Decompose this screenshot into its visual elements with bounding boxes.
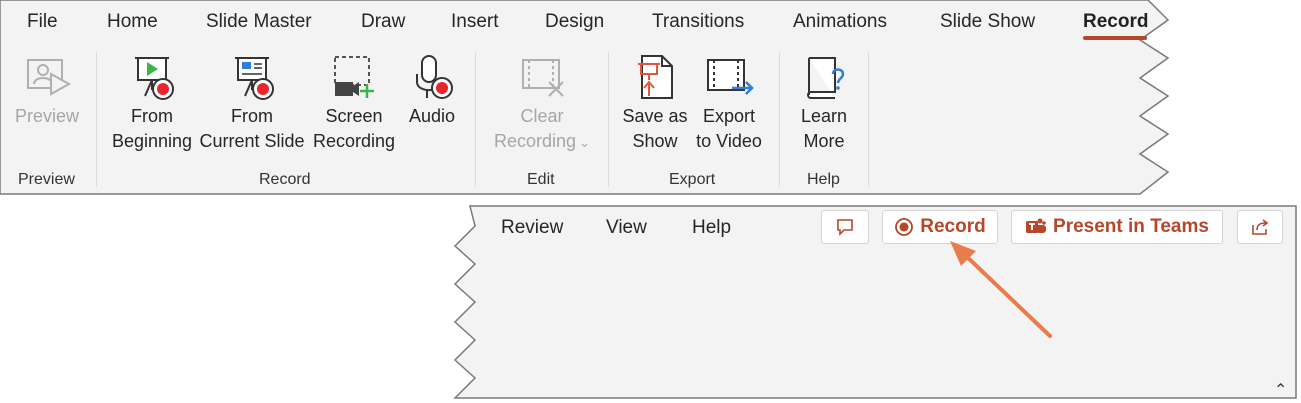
tab-review[interactable]: Review bbox=[501, 217, 563, 239]
save-as-show-button[interactable]: Save as Show bbox=[620, 52, 690, 154]
active-tab-indicator bbox=[1083, 36, 1147, 40]
tab-slide-show[interactable]: Slide Show bbox=[940, 11, 1035, 33]
export-video-icon bbox=[707, 59, 754, 95]
group-separator bbox=[96, 52, 97, 187]
tab-insert[interactable]: Insert bbox=[451, 11, 499, 33]
export-to-video-button[interactable]: Export to Video bbox=[690, 52, 768, 154]
ribbon-tab-bar: File Home Slide Master Draw Insert Desig… bbox=[0, 0, 1170, 46]
screen-recording-icon bbox=[334, 56, 374, 98]
record-from-current-slide-button[interactable]: From Current Slide bbox=[198, 52, 306, 154]
tab-slide-master[interactable]: Slide Master bbox=[206, 11, 312, 33]
chevron-up-icon[interactable]: ⌃ bbox=[1274, 380, 1287, 400]
tab-record[interactable]: Record bbox=[1083, 11, 1148, 33]
share-icon bbox=[1252, 219, 1269, 235]
learn-more-button[interactable]: Learn More bbox=[794, 52, 854, 154]
tab-help[interactable]: Help bbox=[692, 217, 731, 239]
audio-record-button[interactable]: Audio bbox=[402, 52, 462, 129]
group-label-help: Help bbox=[807, 171, 840, 188]
record-button[interactable]: Record bbox=[882, 210, 998, 244]
tab-file[interactable]: File bbox=[27, 11, 58, 33]
tab-animations[interactable]: Animations bbox=[793, 11, 887, 33]
group-label-export: Export bbox=[669, 171, 716, 188]
tab-transitions[interactable]: Transitions bbox=[652, 11, 744, 33]
comment-icon bbox=[837, 219, 853, 236]
comments-button[interactable] bbox=[821, 210, 869, 244]
group-label-edit: Edit bbox=[527, 171, 555, 188]
tab-home[interactable]: Home bbox=[107, 11, 158, 33]
tab-design[interactable]: Design bbox=[545, 11, 604, 33]
clear-recording-button[interactable]: Clear Recording ⌄ bbox=[488, 52, 596, 155]
present-in-teams-button[interactable]: Present in Teams bbox=[1011, 210, 1223, 244]
group-separator bbox=[868, 52, 869, 187]
tab-view[interactable]: View bbox=[606, 217, 647, 239]
audio-record-icon bbox=[416, 55, 453, 99]
clear-recording-icon bbox=[522, 59, 564, 97]
record-circle-icon bbox=[895, 218, 914, 236]
save-as-show-icon bbox=[638, 55, 673, 99]
tab-draw[interactable]: Draw bbox=[361, 11, 405, 33]
teams-icon bbox=[1026, 218, 1047, 233]
group-label-preview: Preview bbox=[18, 171, 75, 188]
group-separator bbox=[475, 52, 476, 187]
group-separator bbox=[608, 52, 609, 187]
share-button[interactable] bbox=[1237, 210, 1283, 244]
record-from-current-slide-icon bbox=[235, 57, 274, 100]
record-from-beginning-icon bbox=[135, 57, 174, 100]
help-book-icon bbox=[807, 57, 845, 99]
chevron-down-icon: ⌄ bbox=[579, 135, 590, 150]
screen-recording-button[interactable]: Screen Recording bbox=[310, 52, 398, 154]
group-label-record: Record bbox=[259, 171, 311, 188]
group-separator bbox=[779, 52, 780, 187]
record-from-beginning-button[interactable]: From Beginning bbox=[108, 52, 196, 154]
preview-icon bbox=[27, 59, 72, 96]
preview-button[interactable]: Preview bbox=[14, 52, 80, 129]
